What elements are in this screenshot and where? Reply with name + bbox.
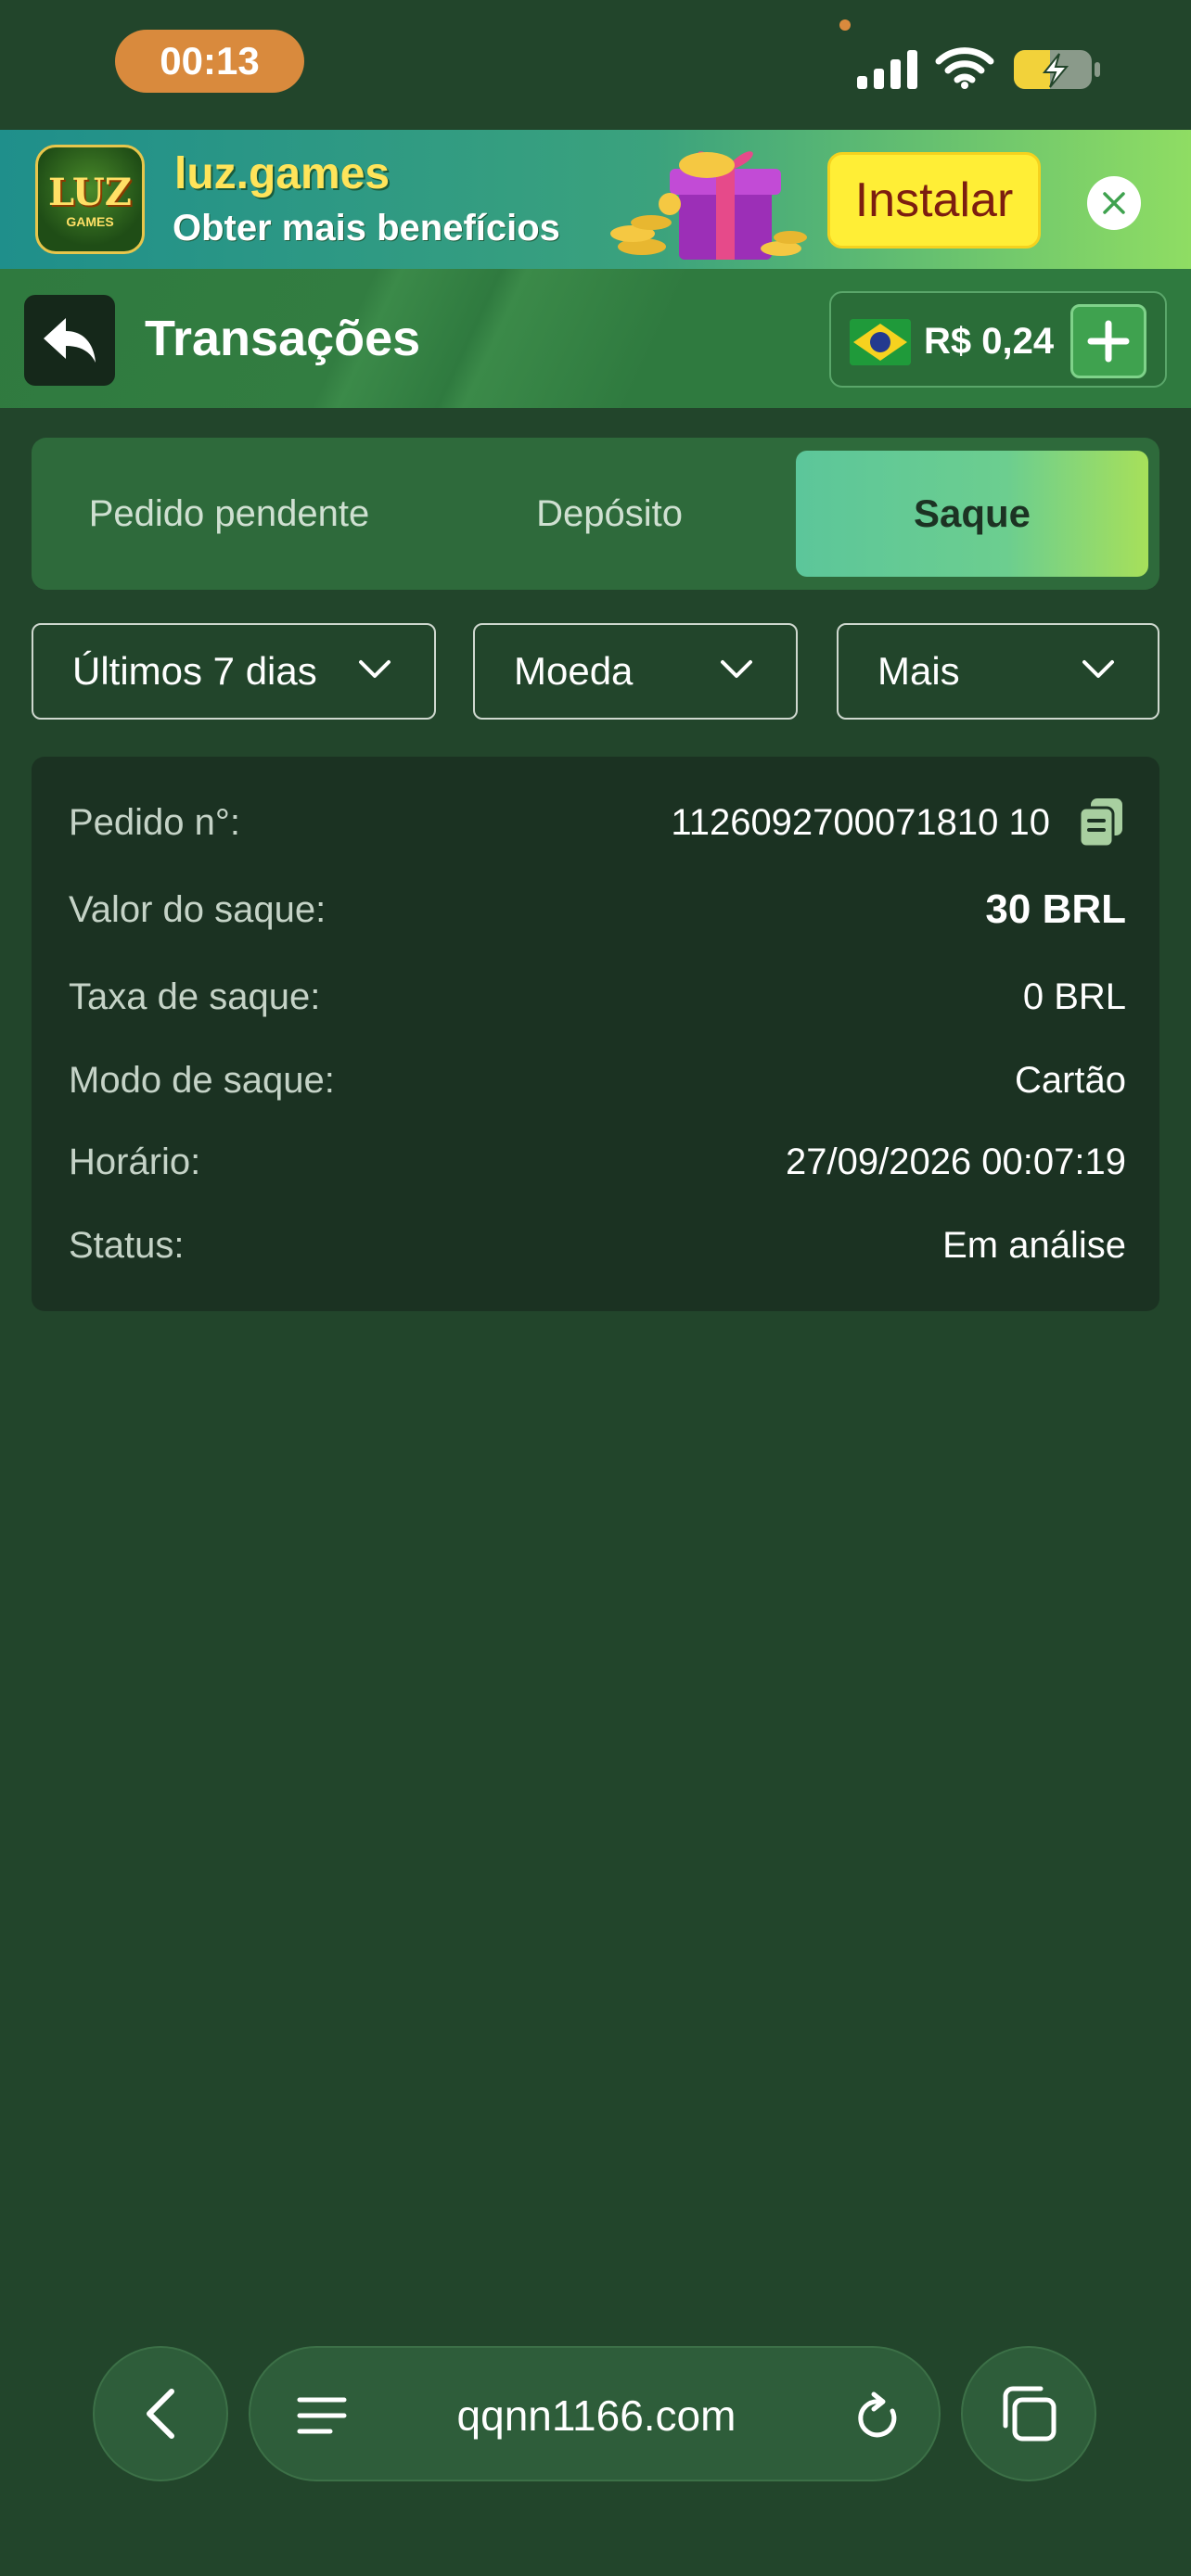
balance-amount: R$ 0,24 [924, 321, 1055, 362]
more-filter-label: Mais [877, 649, 960, 693]
back-button[interactable] [24, 295, 115, 386]
camera-indicator-dot [839, 19, 851, 31]
cellular-signal-icon [857, 48, 918, 89]
chevron-down-icon [721, 660, 752, 678]
transaction-tabs: Pedido pendente Depósito Saque [32, 438, 1159, 590]
withdrawal-fee-label: Taxa de saque: [69, 976, 321, 1017]
more-filter-dropdown[interactable]: Mais [837, 623, 1159, 720]
chevron-left-icon [147, 2389, 174, 2439]
status-label: Status: [69, 1224, 185, 1266]
plus-icon [1087, 320, 1130, 363]
tab-deposit[interactable]: Depósito [419, 451, 800, 577]
tabs-icon [1003, 2386, 1057, 2442]
banner-title: luz.games [174, 149, 391, 198]
period-filter-dropdown[interactable]: Últimos 7 dias [32, 623, 436, 720]
currency-filter-label: Moeda [514, 649, 634, 693]
logo-subtext: GAMES [66, 213, 114, 229]
back-arrow-icon [44, 318, 96, 363]
withdrawal-record-card: Pedido n°: 1126092700071810 10 Valor do … [32, 757, 1159, 1311]
order-number-label: Pedido n°: [69, 801, 241, 843]
withdrawal-amount-row: Valor do saque: 30 BRL [69, 882, 1126, 937]
status-row: Status: Em análise [69, 1218, 1126, 1273]
withdrawal-amount-label: Valor do saque: [69, 888, 327, 930]
balance-widget: R$ 0,24 [829, 291, 1167, 388]
withdrawal-mode-value: Cartão [1014, 1059, 1126, 1101]
brazil-flag-icon [850, 319, 911, 365]
browser-back-button[interactable] [93, 2346, 228, 2481]
period-filter-label: Últimos 7 dias [72, 649, 317, 693]
install-button[interactable]: Instalar [827, 152, 1041, 249]
time-value: 27/09/2026 00:07:19 [785, 1141, 1126, 1182]
browser-tabs-button[interactable] [961, 2346, 1096, 2481]
address-bar[interactable]: qqnn1166.com [249, 2346, 941, 2481]
tab-pending-orders[interactable]: Pedido pendente [39, 451, 419, 577]
withdrawal-amount-value: 30 BRL [985, 886, 1126, 932]
battery-charging-icon [1014, 50, 1100, 89]
chevron-down-icon [359, 660, 391, 678]
chevron-down-icon [1082, 660, 1114, 678]
status-bar: 00:13 [0, 0, 1191, 130]
withdrawal-fee-row: Taxa de saque: 0 BRL [69, 969, 1126, 1025]
reload-icon[interactable] [855, 2391, 902, 2442]
withdrawal-mode-label: Modo de saque: [69, 1059, 335, 1101]
banner-subtitle: Obter mais benefícios [173, 208, 560, 249]
url-text: qqnn1166.com [456, 2391, 736, 2440]
time-row: Horário: 27/09/2026 00:07:19 [69, 1134, 1126, 1190]
logo-text: LUZ [47, 170, 133, 214]
copy-icon[interactable] [1078, 797, 1126, 848]
withdrawal-mode-row: Modo de saque: Cartão [69, 1052, 1126, 1108]
app-logo: LUZ GAMES [35, 145, 145, 254]
page-header: Transações R$ 0,24 [0, 269, 1191, 408]
time-label: Horário: [69, 1141, 201, 1182]
order-number-value: 1126092700071810 10 [671, 801, 1050, 843]
currency-filter-dropdown[interactable]: Moeda [473, 623, 798, 720]
order-number-row: Pedido n°: 1126092700071810 10 [69, 795, 1126, 850]
close-banner-button[interactable] [1087, 176, 1141, 230]
status-value: Em análise [942, 1224, 1126, 1266]
withdrawal-fee-value: 0 BRL [1022, 976, 1126, 1017]
close-icon [1103, 192, 1125, 214]
deposit-plus-button[interactable] [1070, 304, 1146, 378]
gift-coins-icon [610, 151, 807, 260]
status-time: 00:13 [115, 30, 304, 93]
install-app-banner: LUZ GAMES luz.games Obter mais benefício… [0, 130, 1191, 269]
page-title: Transações [145, 311, 421, 366]
tab-withdrawal[interactable]: Saque [796, 451, 1148, 577]
wifi-icon [935, 47, 994, 89]
